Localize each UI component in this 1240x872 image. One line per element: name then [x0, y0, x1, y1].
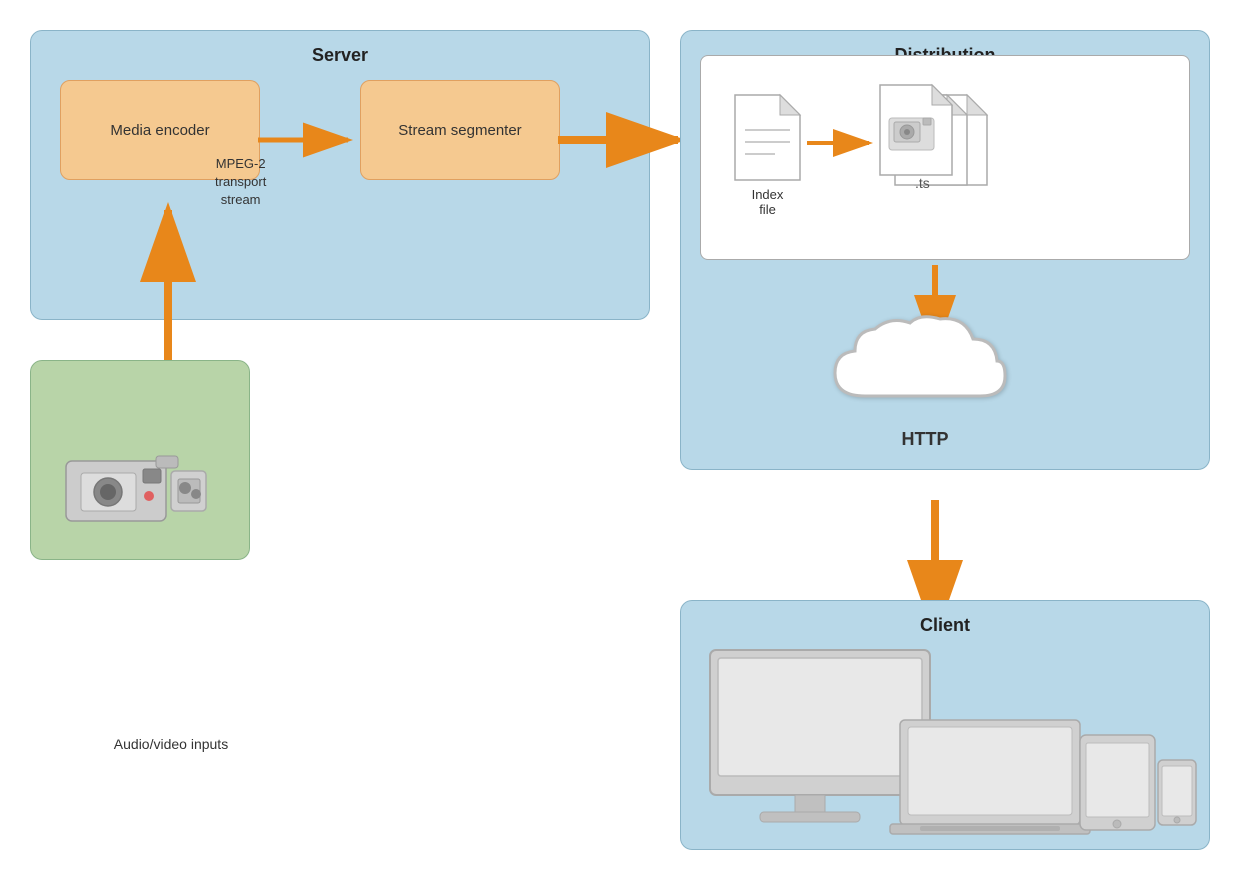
av-label: Audio/video inputs — [81, 736, 261, 752]
svg-text:.ts: .ts — [915, 175, 930, 191]
av-box: Audio/video inputs — [30, 360, 250, 560]
diagram-container: Server Media encoder Stream segmenter MP… — [0, 0, 1240, 872]
index-file-label: Indexfile — [730, 187, 805, 217]
server-title: Server — [31, 31, 649, 66]
index-file-icon — [730, 90, 805, 185]
cloud-icon — [825, 311, 1025, 421]
encoder-label: Media encoder — [110, 122, 209, 139]
segmenter-box: Stream segmenter — [360, 80, 560, 180]
ts-files-icon: .ts — [875, 80, 1005, 200]
http-cloud-area: HTTP — [750, 310, 1100, 450]
client-devices-icon — [690, 640, 1200, 835]
mpeg-label: MPEG-2transportstream — [215, 155, 266, 210]
http-label: HTTP — [902, 429, 949, 450]
av-to-encoder-arrow — [148, 200, 188, 365]
segmenter-label: Stream segmenter — [398, 122, 521, 139]
segmenter-to-dist-arrow — [558, 120, 693, 160]
index-to-ts-arrow — [807, 128, 882, 158]
encoder-to-segmenter-arrow — [258, 120, 363, 160]
http-to-client-arrow — [920, 500, 950, 610]
client-title: Client — [681, 601, 1209, 636]
camcorder-icon — [61, 441, 216, 531]
